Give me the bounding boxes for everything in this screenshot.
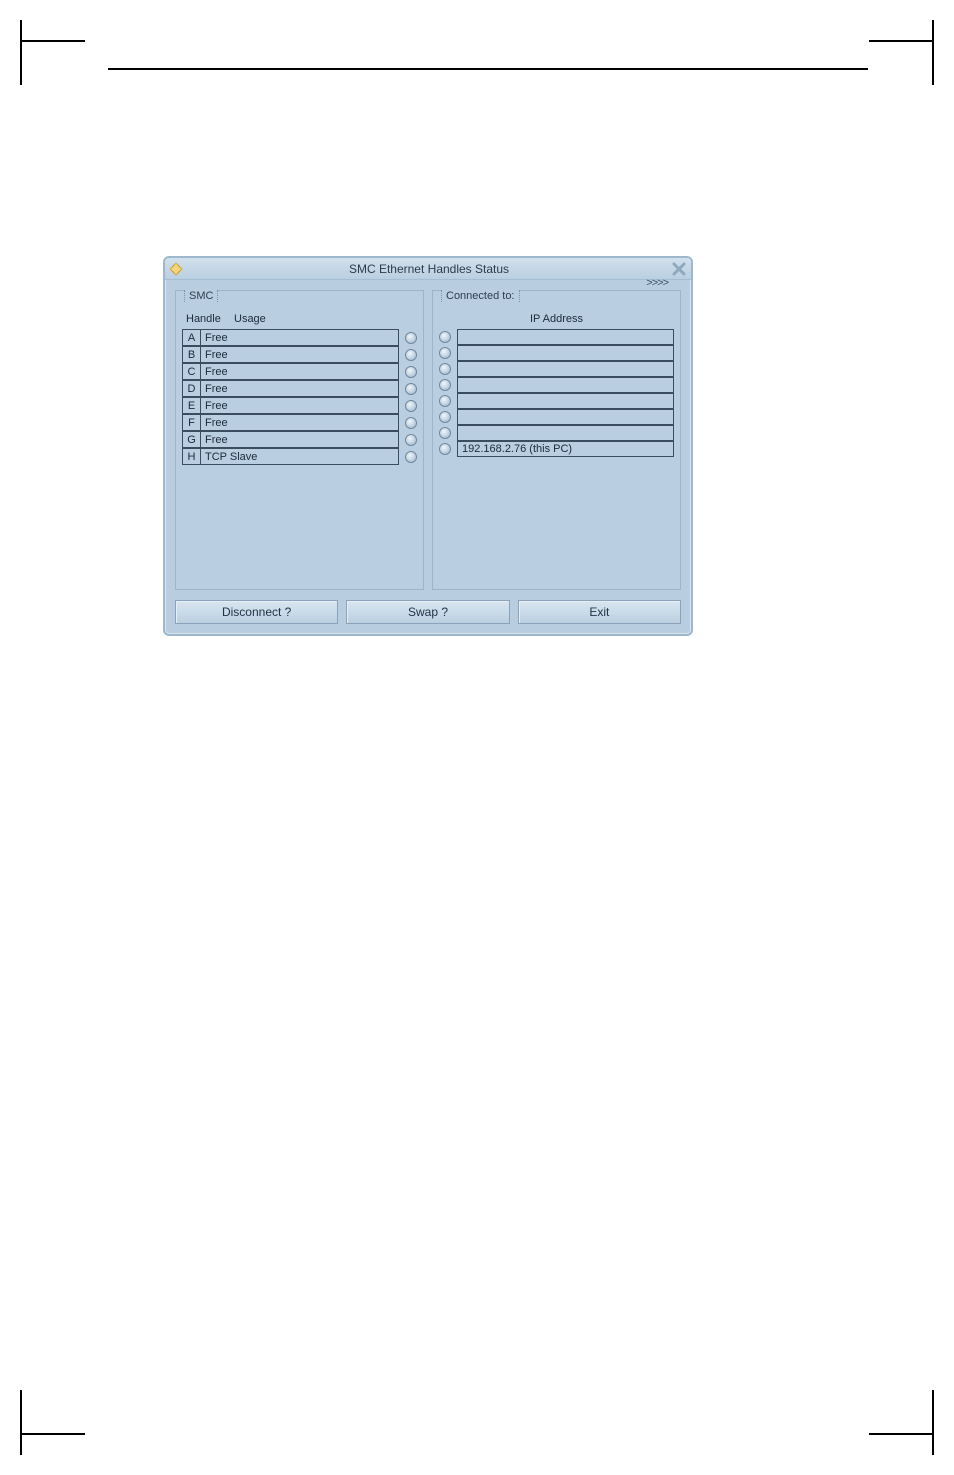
crop-mark [20, 20, 22, 85]
handle-radio[interactable] [405, 417, 417, 429]
usage-cell: Free [201, 381, 399, 397]
ip-radio[interactable] [439, 379, 451, 391]
crop-mark [20, 1390, 22, 1455]
ip-radio[interactable] [439, 331, 451, 343]
handle-cell: G [183, 432, 201, 448]
ip-row [439, 377, 674, 393]
handle-cell: A [183, 330, 201, 346]
ip-cell [457, 361, 674, 377]
handle-cell: B [183, 347, 201, 363]
ip-cell [457, 393, 674, 409]
handle-row: E Free [182, 397, 417, 414]
handle-radio[interactable] [405, 400, 417, 412]
handle-cell: F [183, 415, 201, 431]
ip-radio[interactable] [439, 443, 451, 455]
ip-radio[interactable] [439, 427, 451, 439]
smc-panel-legend: SMC [184, 290, 218, 302]
exit-button[interactable]: Exit [518, 600, 681, 624]
ip-radio[interactable] [439, 395, 451, 407]
usage-cell: Free [201, 415, 399, 431]
handle-radio[interactable] [405, 434, 417, 446]
crop-mark [869, 1433, 934, 1435]
disconnect-button[interactable]: Disconnect ? [175, 600, 338, 624]
page-rule [108, 68, 868, 70]
ethernet-handles-dialog: SMC Ethernet Handles Status SMC Handle U… [163, 256, 693, 636]
handle-cell: H [183, 449, 201, 465]
handle-row: D Free [182, 380, 417, 397]
crop-mark [932, 20, 934, 85]
handle-cell: D [183, 381, 201, 397]
usage-cell: Free [201, 364, 399, 380]
titlebar[interactable]: SMC Ethernet Handles Status [165, 258, 691, 280]
connected-panel-legend: Connected to: [441, 290, 520, 302]
usage-cell: Free [201, 432, 399, 448]
col-header-usage: Usage [226, 313, 417, 325]
connected-to-panel: >>>> Connected to: IP Address [432, 290, 681, 590]
ip-cell [457, 409, 674, 425]
ip-row: 192.168.2.76 (this PC) [439, 441, 674, 457]
col-header-handle: Handle [186, 313, 226, 325]
ip-cell [457, 345, 674, 361]
smc-panel: SMC Handle Usage A Free B Free [175, 290, 424, 590]
ip-row [439, 425, 674, 441]
ip-cell [457, 377, 674, 393]
handle-row: B Free [182, 346, 417, 363]
ip-radio[interactable] [439, 411, 451, 423]
handle-row: H TCP Slave [182, 448, 417, 465]
ip-cell: 192.168.2.76 (this PC) [457, 441, 674, 457]
dialog-title: SMC Ethernet Handles Status [187, 262, 671, 276]
usage-cell: TCP Slave [201, 449, 399, 465]
usage-cell: Free [201, 330, 399, 346]
handle-row: C Free [182, 363, 417, 380]
handle-cell: C [183, 364, 201, 380]
ip-row [439, 409, 674, 425]
col-header-ip: IP Address [439, 313, 674, 329]
close-icon[interactable] [671, 261, 687, 277]
handle-row: G Free [182, 431, 417, 448]
swap-button[interactable]: Swap ? [346, 600, 509, 624]
handle-radio[interactable] [405, 383, 417, 395]
handle-radio[interactable] [405, 451, 417, 463]
usage-cell: Free [201, 347, 399, 363]
handle-radio[interactable] [405, 349, 417, 361]
crop-mark [20, 40, 85, 42]
handle-row: A Free [182, 329, 417, 346]
crop-mark [869, 40, 934, 42]
handle-radio[interactable] [405, 332, 417, 344]
ip-radio[interactable] [439, 363, 451, 375]
chevrons-icon: >>>> [646, 277, 668, 289]
crop-mark [20, 1433, 85, 1435]
handle-radio[interactable] [405, 366, 417, 378]
ip-row [439, 345, 674, 361]
ip-row [439, 393, 674, 409]
ip-cell [457, 329, 674, 345]
ip-row [439, 361, 674, 377]
ip-row [439, 329, 674, 345]
handle-cell: E [183, 398, 201, 414]
usage-cell: Free [201, 398, 399, 414]
ip-radio[interactable] [439, 347, 451, 359]
crop-mark [932, 1390, 934, 1455]
handle-row: F Free [182, 414, 417, 431]
ip-cell [457, 425, 674, 441]
app-icon [169, 262, 183, 276]
